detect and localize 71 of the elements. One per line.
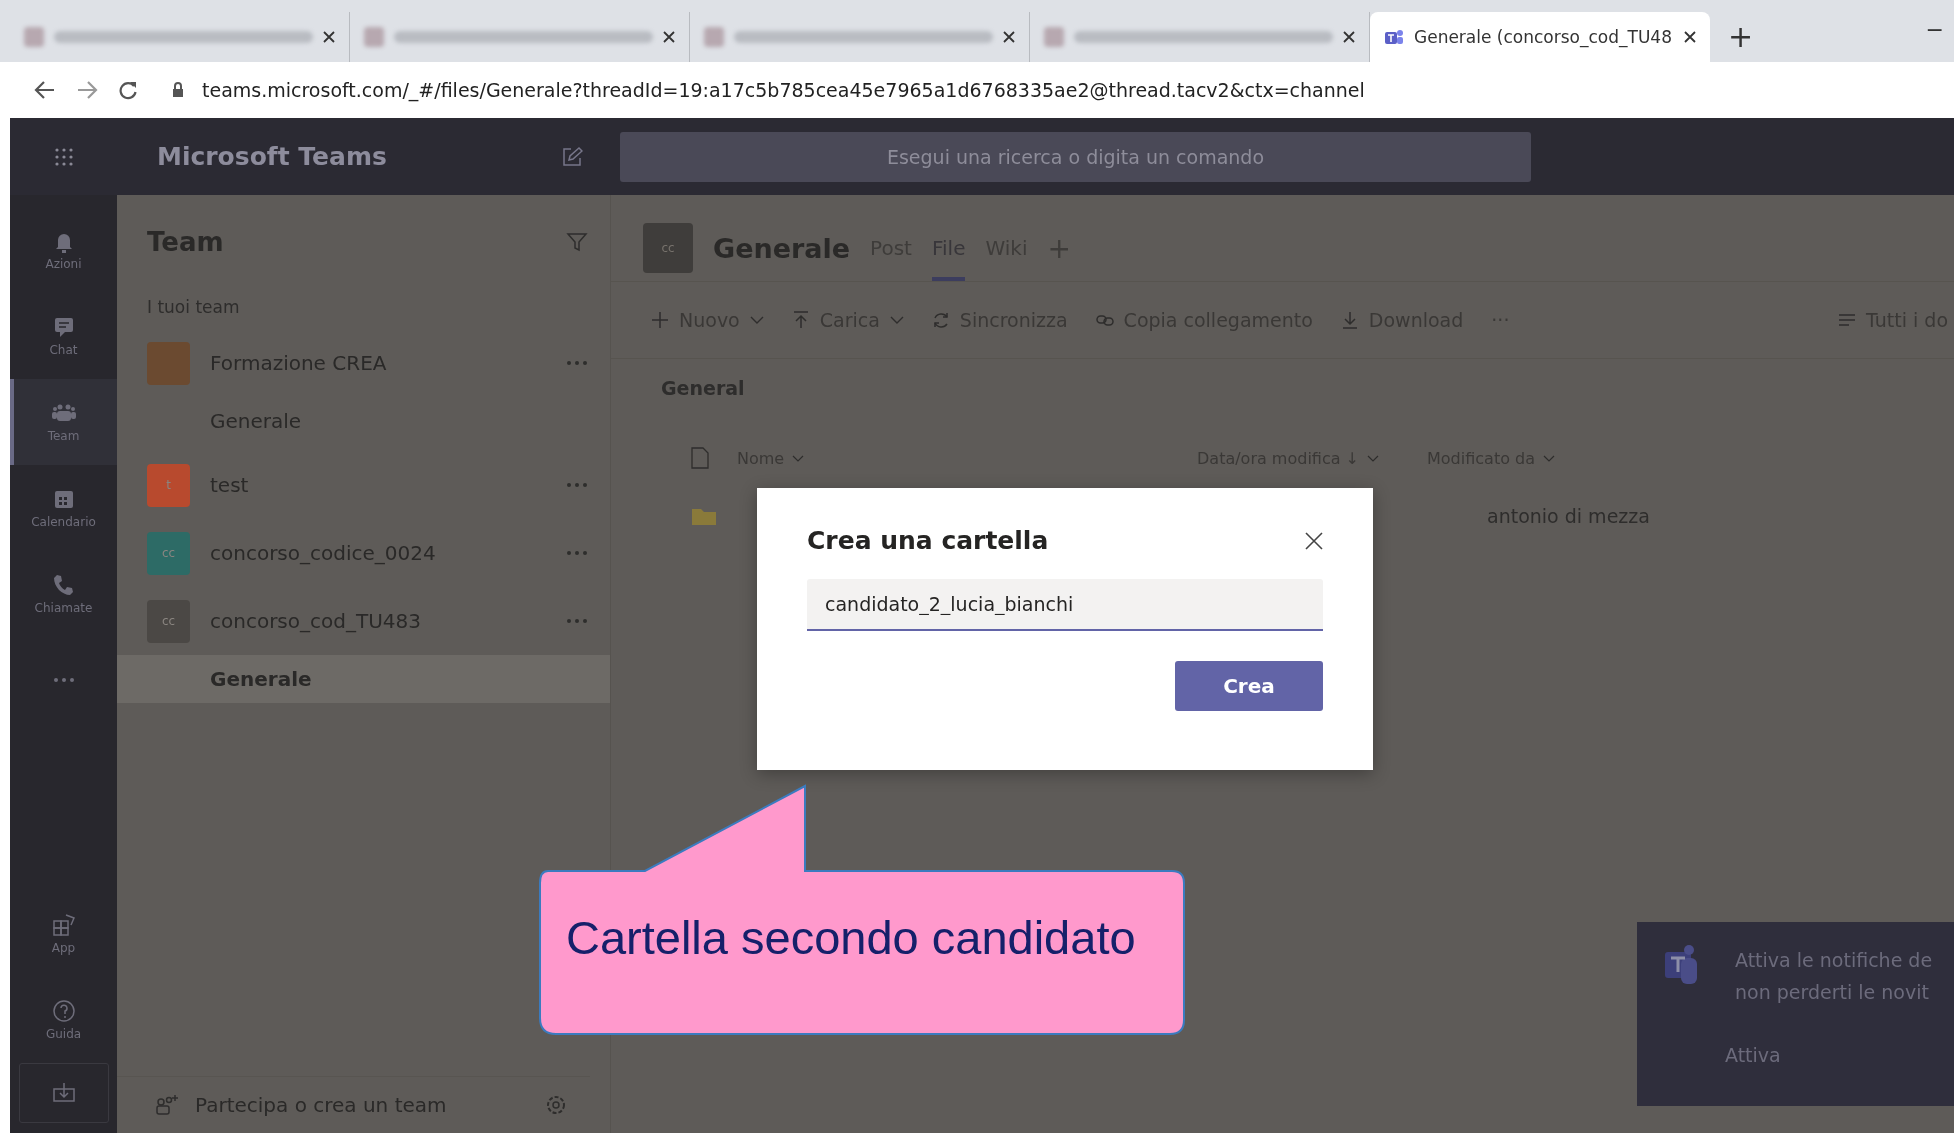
more-icon[interactable] [566,360,588,366]
chevron-down-icon [792,454,805,462]
add-people-icon [155,1094,179,1116]
close-icon[interactable] [1684,31,1696,43]
download-icon [1340,311,1359,329]
chevron-down-icon [1367,454,1379,462]
settings-icon[interactable] [544,1093,568,1117]
channel-item[interactable]: Generale [117,655,610,703]
lock-icon [172,82,184,98]
plus-icon [651,311,669,329]
favicon-placeholder [704,27,724,47]
close-icon[interactable] [1305,531,1323,550]
team-avatar: cc [147,599,190,643]
app-title: Microsoft Teams [157,142,387,171]
phone-icon [51,573,76,597]
enable-button[interactable]: Attiva [1725,1044,1781,1066]
more-icon [51,677,76,683]
minimize-button[interactable]: − [1925,17,1944,42]
folder-icon [691,506,717,526]
team-avatar: cc [147,531,190,575]
dialog-title: Crea una cartella [807,526,1049,555]
close-icon[interactable] [1003,31,1015,43]
filter-icon[interactable] [566,231,588,253]
help-icon [51,999,76,1023]
compose-icon[interactable] [561,145,583,168]
close-icon[interactable] [1343,31,1355,43]
back-icon[interactable] [34,80,56,100]
forward-icon[interactable] [76,80,98,100]
folder-name-field[interactable]: candidato_2_lucia_bianchi [807,579,1323,631]
close-icon[interactable] [663,31,675,43]
create-button[interactable]: Crea [1175,661,1323,711]
favicon-placeholder [1044,27,1064,47]
add-tab-button[interactable]: + [1047,215,1071,281]
rail-item[interactable] [18,1063,109,1123]
teams-logo-icon [1384,28,1404,46]
more-icon[interactable] [566,550,588,556]
more-icon[interactable] [566,482,588,488]
chevron-down-icon [1543,454,1555,462]
notification-text: Attiva le notifiche de [1735,948,1933,973]
browser-tab[interactable]: Generale (concorso_cod_TU48 [1370,12,1710,62]
rail-item[interactable]: Team [10,379,117,465]
rail-item[interactable]: App [10,891,117,977]
notification-text: non perderti le novit [1735,980,1930,1005]
rail-item[interactable]: Azioni [10,207,117,293]
address-field[interactable]: teams.microsoft.com/_#/files/Generale?threadId=19:a17c5b785cea45e7965a1d6768335ae2@thread.tacv2&ctx=channel [172,79,1942,101]
search-field[interactable]: Esegui una ricerca o digita un comando [620,131,1531,182]
favicon-placeholder [364,27,384,47]
upload-icon [791,311,810,329]
close-icon[interactable] [323,31,335,43]
new-tab-button[interactable]: + [1728,19,1754,54]
channel-avatar: cc [643,223,693,273]
more-button[interactable]: ··· [1491,309,1510,331]
app-grid-icon[interactable] [53,146,74,167]
rail-item[interactable]: Chiamate [10,551,117,637]
team-avatar: t [147,463,190,507]
tab-title: Generale (concorso_cod_TU48 [1414,27,1673,47]
favicon-placeholder [24,27,44,47]
rail-item[interactable]: Guida [10,977,117,1063]
callout-text: Cartella secondo candidato [566,910,1136,965]
download-icon [51,1081,76,1105]
more-icon[interactable] [566,618,588,624]
rail-item[interactable]: Calendario [10,465,117,551]
sync-icon [931,311,950,329]
chevron-down-icon [749,316,764,324]
reload-icon[interactable] [118,80,138,100]
chevron-down-icon [889,316,904,324]
url-text: teams.microsoft.com/_#/files/Generale?threadId=19:a17c5b785cea45e7965a1d6768335ae2@thread.tacv2&ctx=channel [202,79,1365,101]
rail-item[interactable]: Chat [10,293,117,379]
list-icon [1838,313,1856,327]
apps-icon [51,913,76,937]
file-icon [691,447,709,469]
